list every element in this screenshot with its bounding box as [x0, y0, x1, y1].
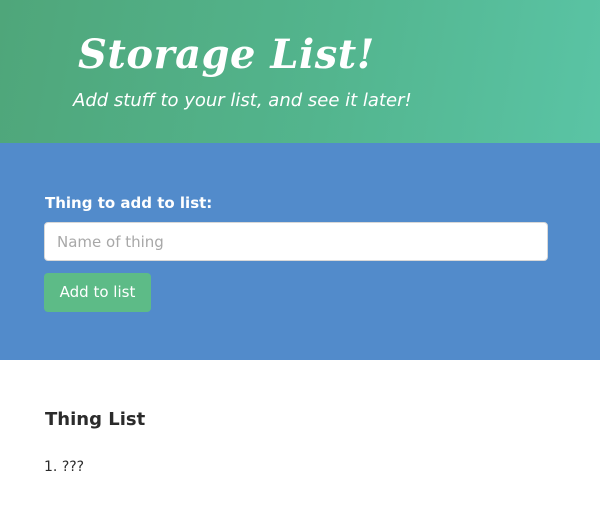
thing-list: 1. ???	[44, 457, 84, 477]
page-title: Storage List!	[78, 31, 375, 78]
add-to-list-button[interactable]: Add to list	[44, 273, 151, 312]
list-item-text: ???	[61, 459, 85, 475]
thing-input-label: Thing to add to list:	[45, 194, 213, 212]
list-item: 1. ???	[44, 457, 84, 477]
page-header: Storage List! Add stuff to your list, an…	[0, 0, 600, 143]
add-thing-form: Thing to add to list: Add to list	[0, 143, 600, 360]
page-subtitle: Add stuff to your list, and see it later…	[73, 90, 412, 111]
thing-list-heading: Thing List	[45, 409, 146, 430]
thing-list-section: Thing List 1. ???	[0, 360, 600, 508]
thing-name-input[interactable]	[44, 222, 548, 261]
list-item-number: 1.	[44, 459, 58, 475]
